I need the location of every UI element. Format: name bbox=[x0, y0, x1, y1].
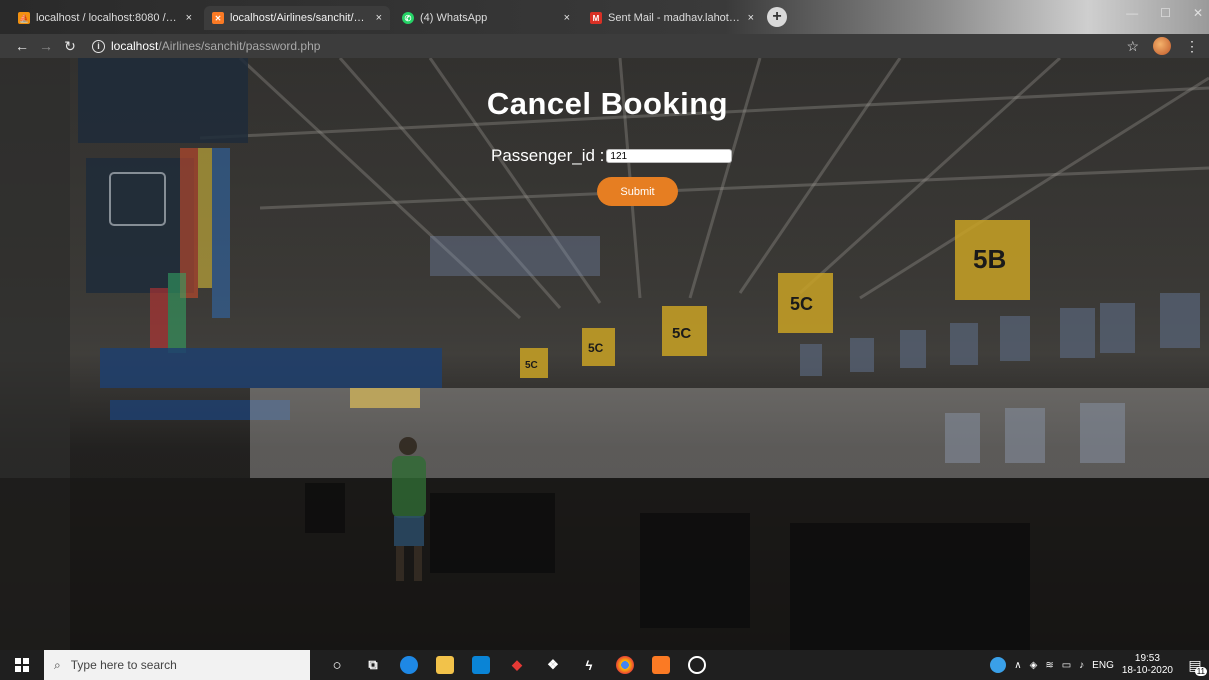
address-bar[interactable]: i localhost/Airlines/sanchit/password.ph… bbox=[92, 39, 320, 53]
file-explorer-icon[interactable] bbox=[436, 656, 454, 674]
xampp-taskbar-icon[interactable] bbox=[652, 656, 670, 674]
close-tab-icon[interactable]: × bbox=[186, 12, 192, 24]
tab-title: localhost / localhost:8080 / user bbox=[36, 12, 180, 24]
maximize-icon[interactable]: ☐ bbox=[1160, 6, 1171, 20]
mail-icon[interactable] bbox=[472, 656, 490, 674]
page-viewport: 5B 5C 5C 5C 5C Cancel Booking Passenger_… bbox=[0, 58, 1209, 650]
clock-time: 19:53 bbox=[1134, 653, 1160, 664]
passenger-id-input[interactable] bbox=[606, 149, 733, 163]
taskbar-clock[interactable]: 19:53 18-10-2020 bbox=[1122, 653, 1173, 677]
wifi-icon[interactable]: ≋ bbox=[1045, 660, 1053, 671]
bookmark-star-icon[interactable]: ☆ bbox=[1126, 38, 1139, 55]
passenger-id-row: Passenger_id : bbox=[491, 146, 733, 166]
minimize-icon[interactable]: — bbox=[1126, 6, 1138, 20]
search-placeholder: Type here to search bbox=[70, 658, 177, 672]
menu-kebab-icon[interactable]: ⋮ bbox=[1185, 38, 1199, 55]
system-tray: ∧ ◈ ≋ ▭ ♪ ENG 19:53 18-10-2020 ▤ 11 bbox=[990, 650, 1209, 680]
svg-text:5C: 5C bbox=[525, 360, 538, 371]
tab-title: Sent Mail - madhav.lahoti@spit.a bbox=[608, 12, 742, 24]
svg-text:5B: 5B bbox=[973, 244, 1006, 274]
tab-phpmyadmin[interactable]: ⛵ localhost / localhost:8080 / user × bbox=[10, 6, 200, 30]
browser-toolbar: ← → ↻ i localhost/Airlines/sanchit/passw… bbox=[0, 34, 1209, 58]
phpmyadmin-icon: ⛵ bbox=[18, 12, 30, 24]
svg-text:5C: 5C bbox=[790, 294, 813, 314]
forward-icon[interactable]: → bbox=[34, 38, 58, 54]
chevron-up-icon[interactable]: ∧ bbox=[1014, 660, 1021, 671]
taskbar-search-box[interactable]: ⌕ Type here to search bbox=[44, 650, 310, 680]
back-icon[interactable]: ← bbox=[10, 38, 34, 54]
windows-start-icon[interactable] bbox=[0, 650, 44, 680]
close-tab-icon[interactable]: × bbox=[564, 12, 570, 24]
new-tab-button[interactable]: + bbox=[767, 7, 787, 27]
address-host: localhost bbox=[111, 39, 159, 53]
cortana-icon[interactable]: ○ bbox=[328, 656, 346, 674]
chrome-icon[interactable] bbox=[616, 656, 634, 674]
battery-icon[interactable]: ▭ bbox=[1062, 660, 1071, 671]
xampp-icon: ✕ bbox=[212, 12, 224, 24]
submit-button[interactable]: Submit bbox=[597, 177, 678, 206]
close-tab-icon[interactable]: × bbox=[748, 12, 754, 24]
gmail-icon: M bbox=[590, 12, 602, 24]
task-view-icon[interactable]: ⧉ bbox=[364, 656, 382, 674]
language-indicator[interactable]: ENG bbox=[1092, 660, 1114, 671]
tab-whatsapp[interactable]: ✆ (4) WhatsApp × bbox=[394, 6, 578, 30]
volume-icon[interactable]: ♪ bbox=[1079, 660, 1084, 671]
tab-password-page[interactable]: ✕ localhost/Airlines/sanchit/passw × bbox=[204, 6, 390, 30]
network-icon[interactable]: ◈ bbox=[1030, 660, 1038, 671]
info-icon[interactable]: i bbox=[92, 39, 105, 53]
edge-icon[interactable] bbox=[400, 656, 418, 674]
whatsapp-icon: ✆ bbox=[402, 12, 414, 24]
reload-icon[interactable]: ↻ bbox=[58, 38, 82, 55]
toolbar-actions: ☆ ⋮ bbox=[1126, 37, 1199, 55]
taskbar-apps: ○ ⧉ ◆ ❖ ϟ bbox=[328, 656, 706, 674]
window-controls: — ☐ ✕ bbox=[1126, 6, 1203, 20]
passenger-id-label: Passenger_id : bbox=[491, 146, 605, 165]
notification-count-badge: 11 bbox=[1194, 666, 1207, 676]
close-window-icon[interactable]: ✕ bbox=[1193, 6, 1203, 20]
red-diamond-app-icon[interactable]: ◆ bbox=[508, 656, 526, 674]
svg-text:5C: 5C bbox=[672, 325, 691, 342]
tab-title: localhost/Airlines/sanchit/passw bbox=[230, 12, 370, 24]
search-icon: ⌕ bbox=[54, 657, 61, 672]
tab-gmail[interactable]: M Sent Mail - madhav.lahoti@spit.a × bbox=[582, 6, 762, 30]
browser-tab-strip: ⛵ localhost / localhost:8080 / user × ✕ … bbox=[0, 0, 1209, 34]
svg-text:5C: 5C bbox=[588, 341, 604, 355]
help-icon[interactable] bbox=[990, 657, 1007, 673]
lightning-app-icon[interactable]: ϟ bbox=[580, 656, 598, 674]
page-title: Cancel Booking bbox=[486, 86, 729, 121]
tab-title: (4) WhatsApp bbox=[420, 12, 488, 24]
notification-center-icon[interactable]: ▤ 11 bbox=[1181, 657, 1209, 676]
profile-avatar[interactable] bbox=[1153, 37, 1171, 55]
windows-taskbar: ⌕ Type here to search ○ ⧉ ◆ ❖ ϟ ∧ ◈ ≋ ▭ … bbox=[0, 650, 1209, 680]
camera-app-icon[interactable] bbox=[688, 656, 706, 674]
close-tab-icon[interactable]: × bbox=[376, 12, 382, 24]
address-path: /Airlines/sanchit/password.php bbox=[158, 39, 321, 53]
clock-date: 18-10-2020 bbox=[1121, 665, 1173, 676]
dropbox-icon[interactable]: ❖ bbox=[544, 656, 562, 674]
